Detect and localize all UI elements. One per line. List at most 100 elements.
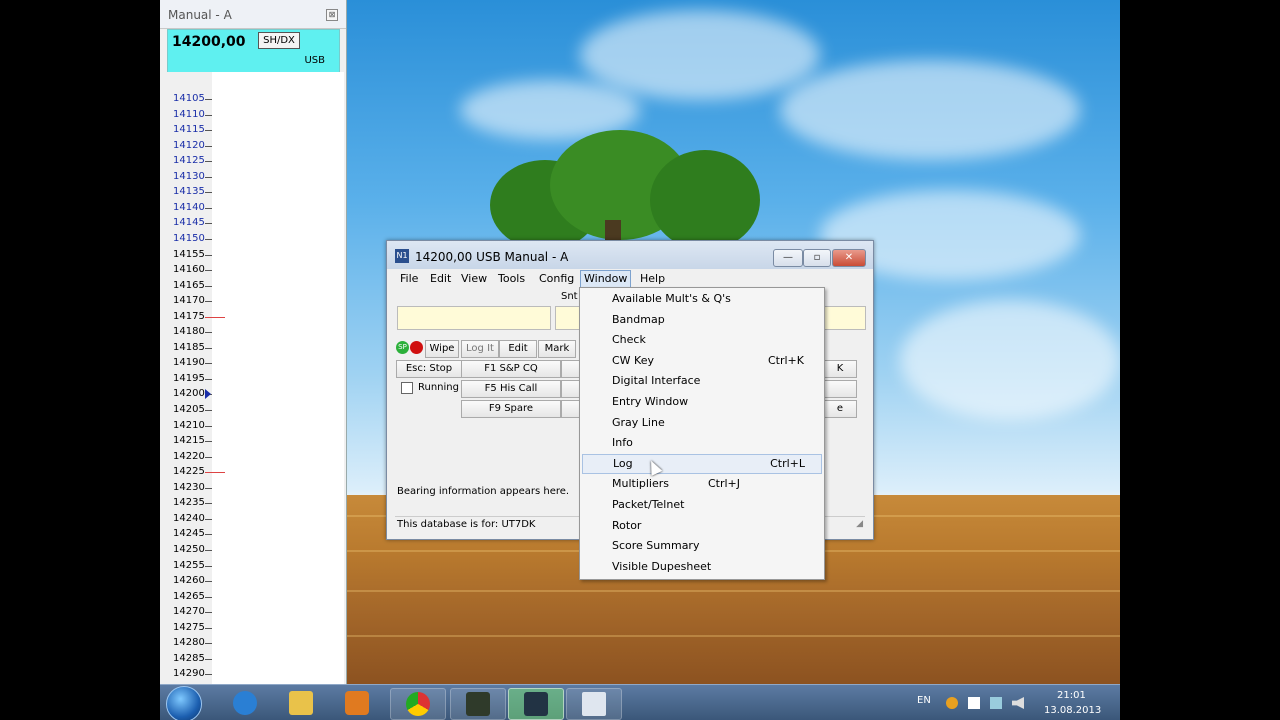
bandmap-tick-mark [205,192,212,194]
bandmap-tick-mark [205,643,212,645]
bandmap-tick-label: 14110 [173,108,205,120]
bandmap-tick-mark [205,549,212,551]
menu-edit[interactable]: Edit [427,272,454,285]
taskbar-chrome-icon[interactable] [390,688,446,720]
bandmap-tick-label: 14270 [173,606,205,618]
window-menu-item[interactable]: Info [582,433,820,453]
callsign-input[interactable] [397,306,551,330]
resize-grip-icon[interactable]: ◢ [856,519,863,529]
window-menu-item[interactable]: Gray Line [582,413,820,433]
bandmap-tick-mark [205,130,212,132]
bandmap-tick-mark [205,658,212,660]
bandmap-tick-mark [205,534,212,536]
spot-list[interactable] [212,72,344,684]
flag-icon[interactable] [968,697,980,709]
bandmap-close-icon[interactable]: ⊠ [326,9,338,21]
frequency-value: 14200,00 [172,34,246,50]
bandmap-tick-label: 14230 [173,481,205,493]
tray-app-icon[interactable] [946,697,958,709]
menu-bar: File Edit View Tools Config Window Help [387,269,873,289]
mode-label: USB [304,55,325,66]
bandmap-tick-label: 14125 [173,155,205,167]
language-indicator[interactable]: EN [917,695,931,706]
menu-window[interactable]: Window [580,270,632,288]
edit-button[interactable]: Edit [499,340,537,358]
bandmap-spot-marker[interactable] [205,472,225,474]
exchange-input[interactable] [824,306,866,330]
menu-tools[interactable]: Tools [495,272,528,285]
wipe-button[interactable]: Wipe [425,340,459,358]
taskbar: EN 21:01 13.08.2013 [160,684,1120,720]
window-menu-item[interactable]: Available Mult's & Q's [582,289,820,309]
status-text: This database is for: UT7DK [397,519,536,530]
record-indicator-icon[interactable] [410,341,423,354]
window-menu-item[interactable]: Entry Window [582,392,820,412]
window-menu-item[interactable]: Digital Interface [582,371,820,391]
taskbar-ie-icon[interactable] [218,688,272,718]
f2-button[interactable] [561,360,581,378]
taskbar-window-icon[interactable] [566,688,622,720]
menu-help[interactable]: Help [637,272,668,285]
bandmap-tick-label: 14150 [173,232,205,244]
window-menu-item[interactable]: CW Key Ctrl+K [582,351,820,371]
bandmap-tick-label: 14245 [173,528,205,540]
window-menu-item[interactable]: Packet/Telnet [582,495,820,515]
menu-config[interactable]: Config [536,272,577,285]
sp-indicator-icon[interactable]: SP [396,341,409,354]
network-icon[interactable] [990,697,1002,709]
taskbar-app-icon[interactable] [450,688,506,720]
taskbar-media-icon[interactable] [330,688,384,718]
f1-button[interactable]: F1 S&P CQ [461,360,561,378]
window-menu-item[interactable]: Visible Dupesheet [582,557,820,577]
bandmap-tick-label: 14255 [173,559,205,571]
bandmap-tick-mark [205,565,212,567]
running-checkbox[interactable] [401,382,413,394]
bandmap-tick-mark [205,238,212,240]
entry-window-titlebar[interactable]: N1 14200,00 USB Manual - A — ▫ ✕ [387,241,873,269]
log-it-button[interactable]: Log It [461,340,499,358]
menu-file[interactable]: File [397,272,421,285]
f4-button[interactable]: K [823,360,857,378]
bandmap-tick-label: 14160 [173,264,205,276]
window-menu-item[interactable]: Multipliers Ctrl+J [582,474,820,494]
window-menu-item-label: Bandmap [612,312,665,326]
mark-button[interactable]: Mark [538,340,576,358]
minimize-icon[interactable]: — [773,249,803,267]
f6-button[interactable] [561,380,581,398]
window-menu-item-label: Available Mult's & Q's [612,292,731,305]
bandmap-tick-label: 14195 [173,372,205,384]
shdx-button[interactable]: SH/DX [258,32,300,49]
taskbar-n1mm-icon[interactable] [508,688,564,720]
window-menu-item[interactable]: Log Ctrl+L [582,453,822,474]
bandmap-tick-mark [205,114,212,116]
bandmap-tick-mark [205,612,212,614]
taskbar-explorer-icon[interactable] [274,688,328,718]
window-menu-item[interactable]: Check [582,330,820,350]
bandmap-titlebar[interactable]: Manual - A ⊠ [160,0,346,29]
bandmap-tick-mark [205,223,212,225]
clock-date[interactable]: 13.08.2013 [1044,705,1101,716]
f8-button[interactable] [823,380,857,398]
clock-time[interactable]: 21:01 [1057,690,1086,701]
menu-view[interactable]: View [458,272,490,285]
window-menu-item-label: Check [612,333,646,347]
bandmap-tick-label: 14290 [173,668,205,680]
bandmap-tick-mark [205,254,212,256]
bandmap-tick-label: 14220 [173,450,205,462]
bandmap-tick-label: 14155 [173,248,205,260]
esc-stop-button[interactable]: Esc: Stop [396,360,462,378]
window-menu-item[interactable]: Rotor [582,516,820,536]
f5-button[interactable]: F5 His Call [461,380,561,398]
volume-icon[interactable] [1012,697,1024,709]
start-button-icon[interactable] [166,686,202,720]
window-menu-item[interactable]: Bandmap [582,310,820,330]
window-menu-item[interactable]: Score Summary [582,536,820,556]
bandmap-tick-label: 14190 [173,357,205,369]
f10-button[interactable] [561,400,581,418]
bandmap-tick-mark [205,99,212,100]
bandmap-spot-marker[interactable] [205,316,225,318]
f12-button[interactable]: e [823,400,857,418]
close-icon[interactable]: ✕ [832,249,866,267]
restore-icon[interactable]: ▫ [803,249,831,267]
f9-button[interactable]: F9 Spare [461,400,561,418]
